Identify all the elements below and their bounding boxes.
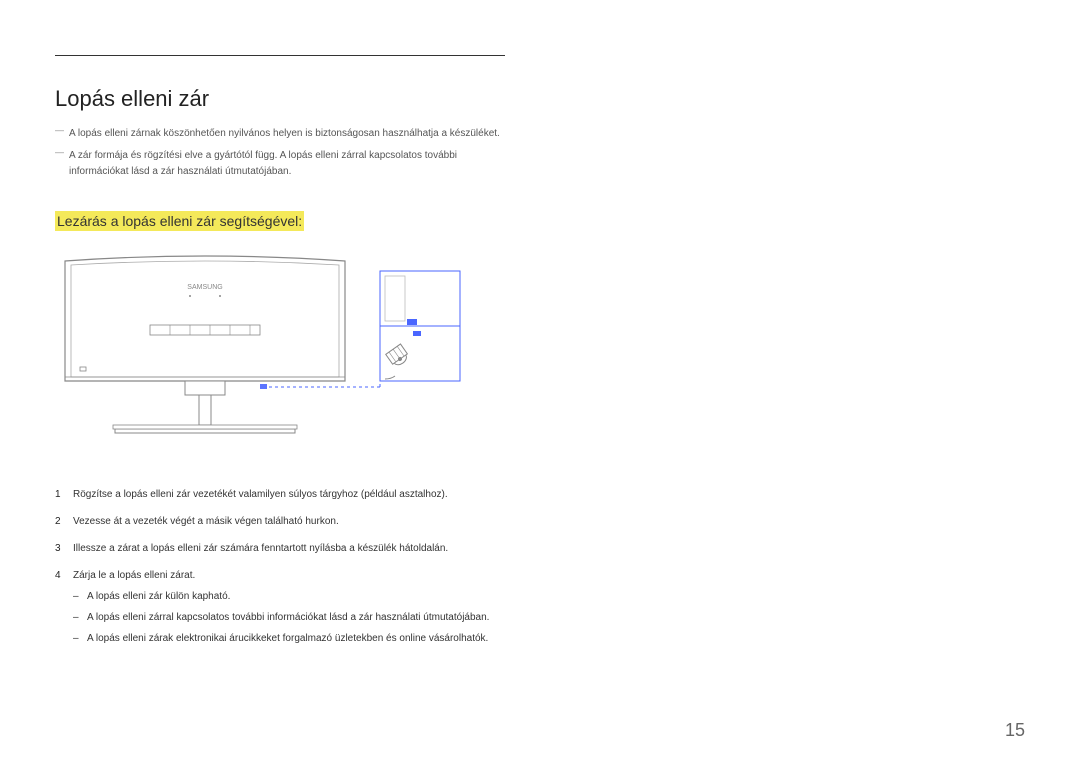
sub-item-3: A lopás elleni zárak elektronikai árucik… [73, 630, 505, 647]
note-2: A zár formája és rögzítési elve a gyártó… [55, 148, 505, 180]
section-rule [55, 55, 505, 56]
monitor-lock-diagram: SAMSUNG [55, 251, 465, 461]
step-text: Vezesse át a vezeték végét a másik végen… [73, 513, 505, 530]
step-num: 2 [55, 513, 73, 530]
step-text: Illessze a zárat a lopás elleni zár szám… [73, 540, 505, 557]
diagram: SAMSUNG [55, 251, 505, 461]
sub-item-1: A lopás elleni zár külön kapható. [73, 588, 505, 605]
brand-text: SAMSUNG [187, 284, 222, 291]
sub-list: A lopás elleni zár külön kapható. A lopá… [73, 588, 505, 647]
step-3: 3 Illessze a zárat a lopás elleni zár sz… [55, 540, 505, 557]
section-heading: Lopás elleni zár [55, 86, 505, 112]
step-2: 2 Vezesse át a vezeték végét a másik vég… [55, 513, 505, 530]
step-num: 4 [55, 567, 73, 651]
step-4-text: Zárja le a lopás elleni zárat. [73, 570, 195, 581]
steps-list: 1 Rögzítse a lopás elleni zár vezetékét … [55, 486, 505, 651]
sub-item-2: A lopás elleni zárral kapcsolatos tovább… [73, 609, 505, 626]
step-4: 4 Zárja le a lopás elleni zárat. A lopás… [55, 567, 505, 651]
step-1: 1 Rögzítse a lopás elleni zár vezetékét … [55, 486, 505, 503]
step-num: 3 [55, 540, 73, 557]
step-text: Rögzítse a lopás elleni zár vezetékét va… [73, 486, 505, 503]
subheading-highlight: Lezárás a lopás elleni zár segítségével: [55, 211, 304, 231]
step-text: Zárja le a lopás elleni zárat. A lopás e… [73, 567, 505, 651]
note-1: A lopás elleni zárnak köszönhetően nyilv… [55, 126, 505, 142]
step-num: 1 [55, 486, 73, 503]
page-number: 15 [1005, 720, 1025, 741]
